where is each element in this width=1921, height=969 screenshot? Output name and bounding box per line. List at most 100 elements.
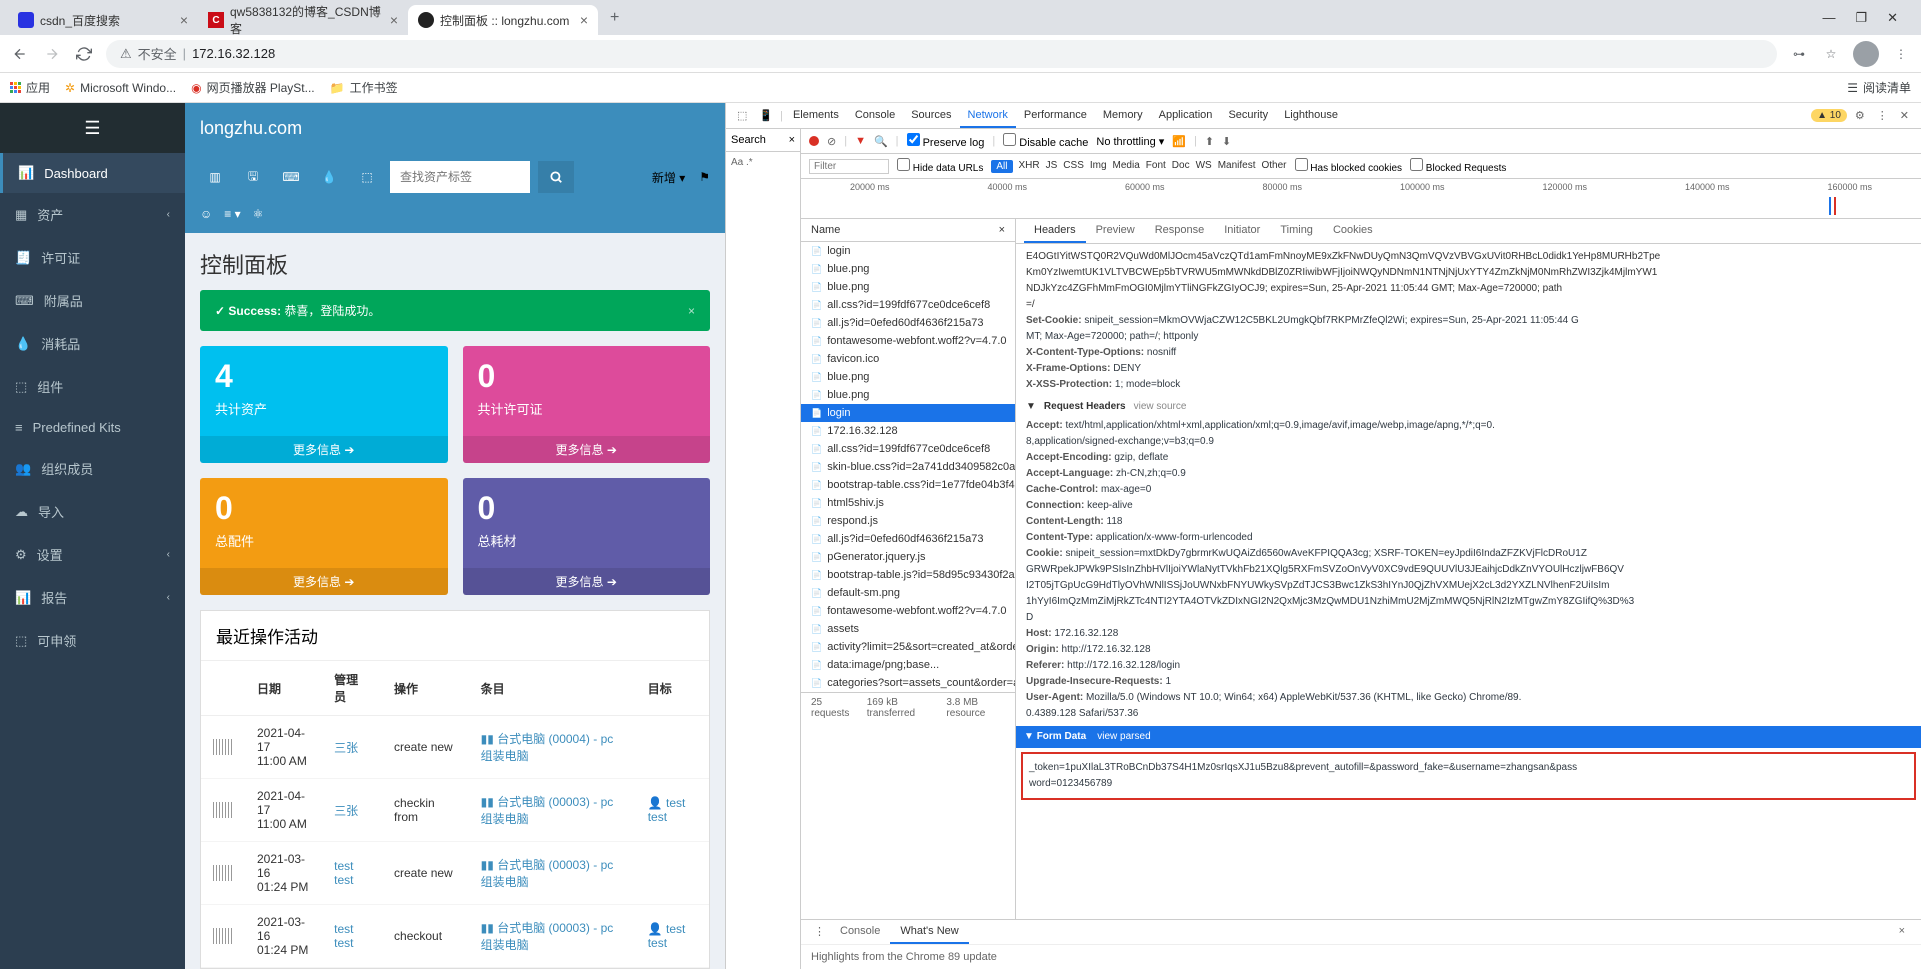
search-toggle-icon[interactable]: 🔍 [874, 135, 888, 148]
filter-chip[interactable]: All [991, 160, 1012, 173]
browser-tab-active[interactable]: 控制面板 :: longzhu.com × [408, 5, 598, 35]
address-bar[interactable]: ⚠ 不安全 | 172.16.32.128 [106, 40, 1777, 68]
close-icon[interactable]: × [789, 134, 795, 146]
throttling-select[interactable]: No throttling ▾ [1096, 135, 1164, 148]
network-request-row[interactable]: 📄data:image/png;base... [801, 656, 1015, 674]
filter-chip[interactable]: Manifest [1218, 160, 1256, 173]
search-input[interactable] [390, 161, 530, 193]
close-icon[interactable]: × [390, 12, 398, 28]
filter-chip[interactable]: Img [1090, 160, 1107, 173]
blocked-requests-checkbox[interactable]: Blocked Requests [1410, 158, 1506, 174]
drawer-tab[interactable]: What's New [890, 920, 968, 944]
filter-chip[interactable]: JS [1046, 160, 1058, 173]
sidebar-item[interactable]: 👥组织成员 [0, 447, 185, 490]
browser-tab[interactable]: C qw5838132的博客_CSDN博客 × [198, 5, 408, 35]
hide-data-urls-checkbox[interactable]: Hide data URLs [897, 158, 983, 174]
card-more-link[interactable]: 更多信息 ➔ [463, 568, 711, 595]
filter-chip[interactable]: XHR [1019, 160, 1040, 173]
admin-link[interactable]: test test [334, 922, 353, 950]
keyboard-icon[interactable]: ⌨ [276, 162, 306, 192]
apps-button[interactable]: 应用 [10, 79, 50, 96]
back-button[interactable] [10, 44, 30, 64]
drawer-more-icon[interactable]: ⋮ [809, 920, 830, 944]
save-icon[interactable]: 🖫 [238, 162, 268, 192]
item-link[interactable]: 台式电脑 (00003) - pc组装电脑 [481, 795, 614, 826]
clear-button[interactable]: ⊘ [827, 135, 836, 148]
upload-icon[interactable]: ⬆ [1205, 135, 1214, 148]
item-link[interactable]: 台式电脑 (00003) - pc组装电脑 [481, 921, 614, 952]
warning-badge[interactable]: ▲ 10 [1811, 109, 1847, 122]
network-request-row[interactable]: 📄blue.png [801, 278, 1015, 296]
hdd-icon[interactable]: ⬚ [352, 162, 382, 192]
bookmark-star-icon[interactable]: ☆ [1821, 44, 1841, 64]
network-request-row[interactable]: 📄blue.png [801, 368, 1015, 386]
detail-tab[interactable]: Preview [1086, 219, 1145, 243]
request-headers-section[interactable]: ▼ Request Headers view source [1026, 399, 1911, 415]
network-request-row[interactable]: 📄172.16.32.128 [801, 422, 1015, 440]
network-request-row[interactable]: 📄bootstrap-table.css?id=1e77fde04b3f4243… [801, 476, 1015, 494]
share-icon[interactable]: ⚛ [253, 207, 264, 221]
bookmark-item[interactable]: 📁工作书签 [330, 79, 398, 96]
sidebar-item[interactable]: 🧾许可证 [0, 236, 185, 279]
network-request-row[interactable]: 📄assets [801, 620, 1015, 638]
network-request-row[interactable]: 📄all.css?id=199fdf677ce0dce6cef8 [801, 296, 1015, 314]
password-key-icon[interactable]: ⊶ [1789, 44, 1809, 64]
network-request-row[interactable]: 📄default-sm.png [801, 584, 1015, 602]
network-request-row[interactable]: 📄html5shiv.js [801, 494, 1015, 512]
admin-link[interactable]: test test [334, 859, 353, 887]
item-link[interactable]: 台式电脑 (00003) - pc组装电脑 [481, 858, 614, 889]
network-request-row[interactable]: 📄all.js?id=0efed60df4636f215a73 [801, 314, 1015, 332]
devtools-close-icon[interactable]: ✕ [1894, 109, 1915, 122]
close-icon[interactable]: × [180, 12, 188, 28]
network-request-row[interactable]: 📄pGenerator.jquery.js [801, 548, 1015, 566]
new-dropdown[interactable]: 新增 ▾ [652, 169, 685, 186]
reading-list-button[interactable]: ☰ 阅读清单 [1847, 79, 1911, 96]
sidebar-item[interactable]: 💧消耗品 [0, 322, 185, 365]
maximize-button[interactable]: ❐ [1855, 10, 1867, 26]
detail-tab[interactable]: Timing [1270, 219, 1323, 243]
menu-button[interactable]: ⋮ [1891, 44, 1911, 64]
card-more-link[interactable]: 更多信息 ➔ [200, 568, 448, 595]
forward-button[interactable] [42, 44, 62, 64]
network-request-row[interactable]: 📄all.js?id=0efed60df4636f215a73 [801, 530, 1015, 548]
network-request-row[interactable]: 📄bootstrap-table.js?id=58d95c93430f2ae33… [801, 566, 1015, 584]
filter-chip[interactable]: Doc [1172, 160, 1190, 173]
network-timeline[interactable]: 20000 ms40000 ms60000 ms80000 ms100000 m… [801, 179, 1921, 219]
search-options[interactable]: Aa .* [726, 152, 800, 173]
drop-icon[interactable]: 💧 [314, 162, 344, 192]
record-button[interactable] [809, 136, 819, 146]
filter-chip[interactable]: Font [1146, 160, 1166, 173]
devtools-tab[interactable]: Console [847, 104, 903, 128]
sidebar-item[interactable]: ⬚组件 [0, 365, 185, 408]
sidebar-item[interactable]: ▦资产‹ [0, 193, 185, 236]
network-request-row[interactable]: 📄login [801, 404, 1015, 422]
disable-cache-checkbox[interactable]: Disable cache [1003, 133, 1088, 149]
close-icon[interactable]: × [580, 12, 588, 28]
admin-link[interactable]: 三张 [334, 804, 358, 818]
filter-chip[interactable]: CSS [1063, 160, 1084, 173]
bookmark-item[interactable]: ✲Microsoft Windo... [65, 81, 176, 95]
detail-tab[interactable]: Headers [1024, 219, 1086, 243]
browser-tab[interactable]: csdn_百度搜索 × [8, 5, 198, 35]
network-request-row[interactable]: 📄fontawesome-webfont.woff2?v=4.7.0 [801, 332, 1015, 350]
emoji-icon[interactable]: ☺ [200, 207, 212, 221]
devtools-tab[interactable]: Network [960, 104, 1016, 128]
item-link[interactable]: 台式电脑 (00004) - pc组装电脑 [481, 732, 614, 763]
network-request-row[interactable]: 📄activity?limit=25&sort=created_at&order… [801, 638, 1015, 656]
detail-tab[interactable]: Response [1145, 219, 1215, 243]
more-icon[interactable]: ⋮ [1873, 109, 1892, 122]
sidebar-item[interactable]: ☁导入 [0, 490, 185, 533]
device-icon[interactable]: 📱 [754, 109, 778, 122]
network-request-row[interactable]: 📄respond.js [801, 512, 1015, 530]
new-tab-button[interactable]: + [598, 9, 631, 27]
filter-input[interactable] [809, 159, 889, 174]
filter-chip[interactable]: Other [1262, 160, 1287, 173]
card-more-link[interactable]: 更多信息 ➔ [463, 436, 711, 463]
devtools-tab[interactable]: Elements [785, 104, 847, 128]
sidebar-item[interactable]: 📊Dashboard [0, 153, 185, 193]
devtools-tab[interactable]: Application [1151, 104, 1221, 128]
download-icon[interactable]: ⬇ [1222, 135, 1231, 148]
devtools-tab[interactable]: Performance [1016, 104, 1095, 128]
detail-tab[interactable]: Initiator [1214, 219, 1270, 243]
devtools-tab[interactable]: Memory [1095, 104, 1151, 128]
